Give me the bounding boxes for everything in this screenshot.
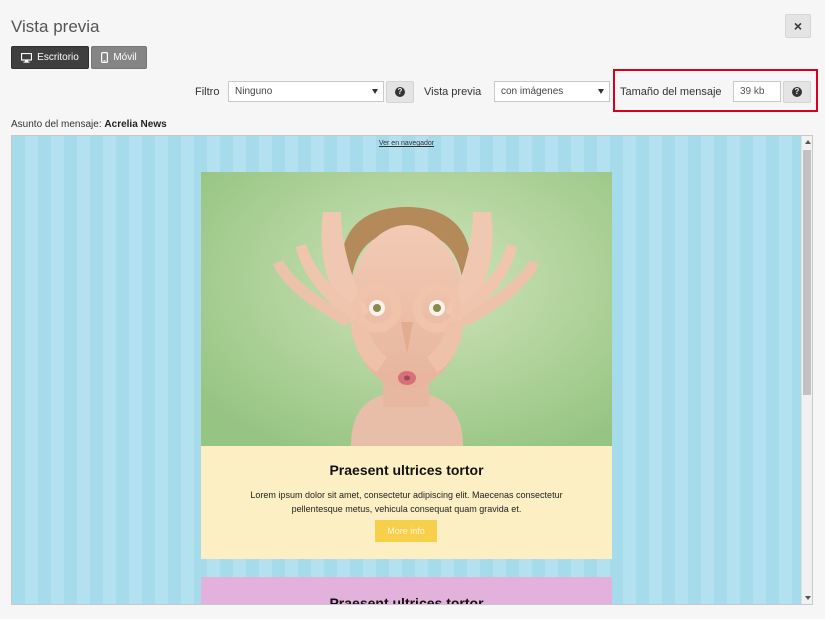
filter-select-value: Ninguno <box>235 86 273 97</box>
email-preview-frame[interactable]: Ver en navegador Praesent ultrices torto… <box>11 135 813 605</box>
message-size-label: Tamaño del mensaje <box>620 86 722 98</box>
email-text-block: Praesent ultrices tortor Lorem ipsum dol… <box>201 446 612 559</box>
block-title: Praesent ultrices tortor <box>329 595 484 605</box>
view-in-browser-link[interactable]: Ver en navegador <box>12 140 801 147</box>
preview-mode-label: Vista previa <box>424 86 482 98</box>
email-content-block: Praesent ultrices tortor <box>201 577 612 605</box>
preview-mode-value: con imágenes <box>501 86 564 97</box>
block-title: Praesent ultrices tortor <box>329 462 484 478</box>
preview-mode-select[interactable]: con imágenes <box>494 81 610 102</box>
scrollbar-thumb[interactable] <box>803 150 811 395</box>
desktop-view-label: Escritorio <box>37 52 79 63</box>
close-icon: × <box>793 18 803 34</box>
chevron-down-icon <box>372 89 378 94</box>
scroll-down-icon[interactable] <box>805 596 811 600</box>
filter-label: Filtro <box>195 86 220 98</box>
vertical-scrollbar[interactable] <box>801 136 812 604</box>
close-button[interactable]: × <box>785 14 811 38</box>
filter-select[interactable]: Ninguno <box>228 81 384 102</box>
message-subject: Asunto del mensaje: Acrelia News <box>11 119 167 130</box>
mobile-icon <box>101 52 109 63</box>
woman-portrait-image <box>201 172 612 446</box>
more-info-button[interactable]: More info <box>375 520 437 542</box>
filter-help-button[interactable]: ? <box>386 81 414 103</box>
preview-modal: Vista previa × Escritorio Móvil Filtro N… <box>0 0 825 619</box>
subject-label: Asunto del mensaje: <box>11 119 102 130</box>
message-size-field: 39 kb <box>733 81 781 102</box>
message-size-value: 39 kb <box>740 86 765 97</box>
message-size-help-button[interactable]: ? <box>783 81 811 103</box>
subject-value: Acrelia News <box>104 119 167 130</box>
question-icon: ? <box>395 87 405 97</box>
block-body: Lorem ipsum dolor sit amet, consectetur … <box>250 490 563 514</box>
hero-image <box>201 172 612 446</box>
monitor-icon <box>21 52 33 63</box>
mobile-view-button[interactable]: Móvil <box>91 46 147 69</box>
modal-title: Vista previa <box>11 17 100 36</box>
scroll-up-icon[interactable] <box>805 140 811 144</box>
desktop-view-button[interactable]: Escritorio <box>11 46 89 69</box>
mobile-view-label: Móvil <box>113 52 137 63</box>
chevron-down-icon <box>598 89 604 94</box>
email-content-block: Praesent ultrices tortor Lorem ipsum dol… <box>201 172 612 559</box>
question-icon: ? <box>792 87 802 97</box>
